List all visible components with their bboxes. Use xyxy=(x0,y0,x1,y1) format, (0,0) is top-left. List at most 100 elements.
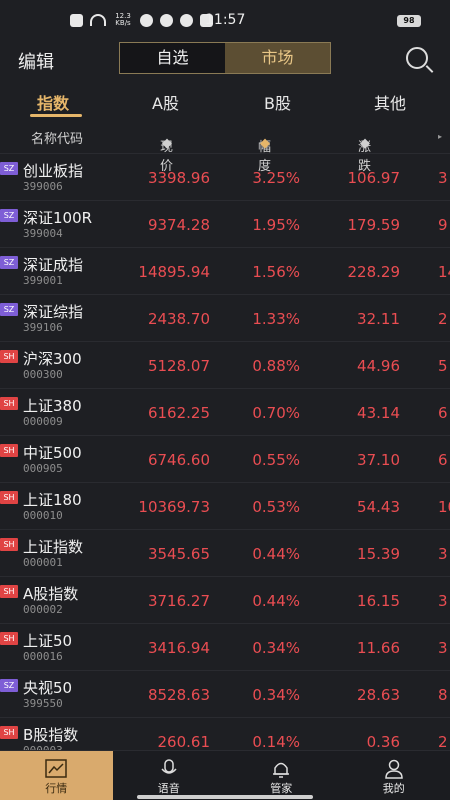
tab-watchlist[interactable]: 自选 xyxy=(120,43,225,73)
index-name: 创业板指 xyxy=(23,162,84,180)
extra-column-value: 5 xyxy=(438,357,448,375)
table-row[interactable]: SZ 深证100R 399004 9374.28 1.95% 179.59 9 xyxy=(0,201,450,248)
change-value: 0.36 xyxy=(366,733,400,751)
extra-column-value: 2 xyxy=(438,733,448,751)
change-value: 28.63 xyxy=(357,686,400,704)
change-pct-value: 1.95% xyxy=(252,216,300,234)
market-tag: SH xyxy=(0,491,18,504)
extra-column-value: 2 xyxy=(438,310,448,328)
table-row[interactable]: SZ 深证综指 399106 2438.70 1.33% 32.11 2 xyxy=(0,295,450,342)
market-tag: SH xyxy=(0,444,18,457)
extra-column-value: 3 xyxy=(438,545,448,563)
market-tag: SH xyxy=(0,350,18,363)
active-tab-indicator xyxy=(30,114,82,117)
price-value: 260.61 xyxy=(157,733,211,751)
index-code: 399550 xyxy=(23,697,63,710)
table-row[interactable]: SZ 深证成指399001 14895.94 1.56% 228.29 14 xyxy=(0,248,450,295)
price-value: 3716.27 xyxy=(147,592,210,610)
table-row[interactable]: SH A股指数 000002 3716.27 0.44% 16.15 3 xyxy=(0,577,450,624)
change-value: 16.15 xyxy=(357,592,400,610)
market-tag: SZ xyxy=(0,256,18,269)
nav-label: 行情 xyxy=(45,782,68,795)
market-tag: SZ xyxy=(0,679,18,692)
sort-icon: ◆ xyxy=(360,136,370,151)
change-value: 32.11 xyxy=(357,310,400,328)
tab-other[interactable]: 其他 xyxy=(374,90,406,114)
category-tabs: 指数 A股 B股 其他 xyxy=(0,80,450,120)
table-row[interactable]: SH 上证50 000016 3416.94 0.34% 11.66 3 xyxy=(0,624,450,671)
table-row[interactable]: SH 沪深300 000300 5128.07 0.88% 44.96 5 xyxy=(0,342,450,389)
extra-column-value: 3 xyxy=(438,169,448,187)
index-code: 399106 xyxy=(23,321,63,334)
index-name: 深证综指 xyxy=(23,303,84,321)
index-name: 上证指数 xyxy=(23,538,84,556)
market-tag: SZ xyxy=(0,162,18,175)
index-code: 000001 xyxy=(23,556,63,569)
bell-icon xyxy=(273,762,290,778)
table-row[interactable]: SZ 央视50 399550 8528.63 0.34% 28.63 8 xyxy=(0,671,450,718)
table-row[interactable]: SH 上证指数 000001 3545.65 0.44% 15.39 3 xyxy=(0,530,450,577)
change-value: 11.66 xyxy=(357,639,400,657)
extra-column-value: 3 xyxy=(438,592,448,610)
nav-mine[interactable]: 我的 xyxy=(338,751,450,800)
market-tag: SH xyxy=(0,538,18,551)
change-value: 106.97 xyxy=(347,169,401,187)
status-bar: 12.3 KB/s 11:57 98 xyxy=(0,0,450,40)
tab-a-shares[interactable]: A股 xyxy=(152,90,179,114)
sort-icon: ◆ xyxy=(162,136,172,151)
user-icon xyxy=(384,759,403,779)
wifi-icon xyxy=(90,14,106,26)
index-code: 399006 xyxy=(23,180,63,193)
edit-button[interactable]: 编辑 xyxy=(18,48,54,74)
change-pct-value: 0.88% xyxy=(252,357,300,375)
nav-butler[interactable]: 管家 xyxy=(225,751,338,800)
table-row[interactable]: SH 中证500 000905 6746.60 0.55% 37.10 6 xyxy=(0,436,450,483)
change-value: 228.29 xyxy=(347,263,401,281)
table-row[interactable]: SH 上证380 000009 6162.25 0.70% 43.14 6 xyxy=(0,389,450,436)
index-name: 上证50 xyxy=(23,632,73,650)
index-name: 深证成指 xyxy=(23,256,84,274)
index-code: 000905 xyxy=(23,462,63,475)
status-icons: 12.3 KB/s xyxy=(70,13,213,27)
scroll-right-icon[interactable]: ▸ xyxy=(438,132,442,141)
table-row[interactable]: SZ 创业板指 399006 3398.96 3.25% 106.97 3 xyxy=(0,154,450,201)
price-value: 3545.65 xyxy=(147,545,210,563)
index-name: 沪深300 xyxy=(23,350,82,368)
tab-b-shares[interactable]: B股 xyxy=(264,90,291,114)
market-tag: SZ xyxy=(0,209,18,222)
search-icon[interactable] xyxy=(406,47,428,69)
extra-column-value: 6 xyxy=(438,404,448,422)
nav-quotes[interactable]: 行情 xyxy=(0,751,113,800)
change-pct-value: 0.55% xyxy=(252,451,300,469)
nav-voice[interactable]: 语音 xyxy=(113,751,226,800)
tab-index[interactable]: 指数 xyxy=(37,90,69,114)
clock-icon xyxy=(160,13,173,27)
tab-market[interactable]: 市场 xyxy=(225,43,330,73)
change-value: 37.10 xyxy=(357,451,400,469)
change-pct-value: 0.44% xyxy=(252,592,300,610)
battery-icon: 98 xyxy=(397,15,421,27)
change-pct-value: 0.53% xyxy=(252,498,300,516)
index-code: 399004 xyxy=(23,227,63,240)
market-tag: SH xyxy=(0,726,18,739)
net-speed: 12.3 KB/s xyxy=(113,13,133,27)
price-value: 14895.94 xyxy=(138,263,210,281)
index-code: 000016 xyxy=(23,650,63,663)
change-value: 44.96 xyxy=(357,357,400,375)
change-pct-value: 1.56% xyxy=(252,263,300,281)
market-tag: SH xyxy=(0,397,18,410)
price-value: 8528.63 xyxy=(147,686,210,704)
index-name: 深证100R xyxy=(23,209,93,227)
change-pct-value: 1.33% xyxy=(252,310,300,328)
change-value: 43.14 xyxy=(357,404,400,422)
nav-label: 语音 xyxy=(157,782,180,795)
change-pct-value: 0.14% xyxy=(252,733,300,751)
extra-column-value: 10 xyxy=(438,498,450,516)
index-code: 000002 xyxy=(23,603,63,616)
index-code: 000300 xyxy=(23,368,63,381)
price-value: 6162.25 xyxy=(147,404,210,422)
segment-control: 自选 市场 xyxy=(119,42,331,74)
status-time: 11:57 xyxy=(205,12,246,28)
table-row[interactable]: SH 上证180000010 10369.73 0.53% 54.43 10 xyxy=(0,483,450,530)
change-value: 15.39 xyxy=(357,545,400,563)
